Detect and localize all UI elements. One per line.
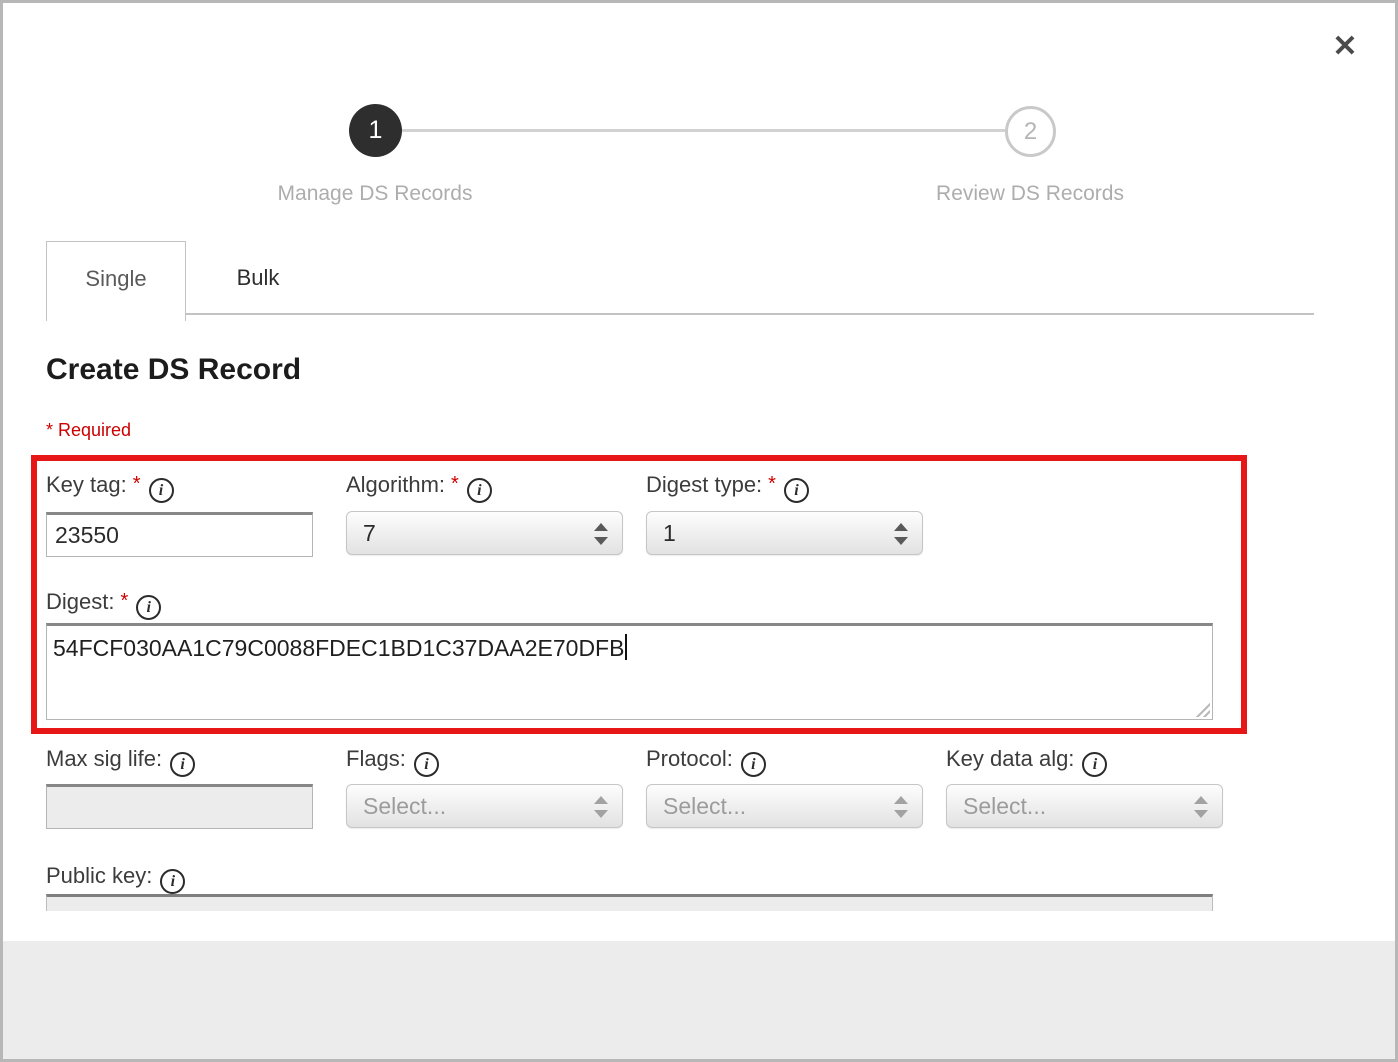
digest-type-label: Digest type: * i: [646, 472, 809, 503]
digest-info-icon[interactable]: i: [136, 595, 161, 620]
public-key-label: Public key: i: [46, 863, 185, 894]
public-key-info-icon[interactable]: i: [160, 869, 185, 894]
algorithm-required-asterisk: *: [451, 473, 459, 495]
public-key-textarea[interactable]: [46, 894, 1213, 911]
algorithm-select-value: 7: [363, 520, 376, 547]
digest-label-text: Digest:: [46, 589, 114, 614]
digest-label: Digest: * i: [46, 589, 161, 620]
flags-select-value: Select...: [363, 793, 446, 820]
step-1-circle: 1: [349, 104, 402, 157]
digest-value: 54FCF030AA1C79C0088FDEC1BD1C37DAA2E70DFB: [53, 635, 624, 661]
stepper-connector: [402, 129, 1005, 132]
protocol-select[interactable]: Select...: [646, 784, 923, 828]
digest-type-required-asterisk: *: [768, 473, 776, 495]
digest-textarea[interactable]: 54FCF030AA1C79C0088FDEC1BD1C37DAA2E70DFB: [46, 623, 1213, 720]
modal-footer: Cancel Back Next: [3, 941, 1395, 1059]
algorithm-label-text: Algorithm:: [346, 472, 445, 497]
max-sig-life-info-icon[interactable]: i: [170, 752, 195, 777]
key-data-alg-select[interactable]: Select...: [946, 784, 1223, 828]
protocol-info-icon[interactable]: i: [741, 752, 766, 777]
tab-bottom-border: [186, 313, 1314, 315]
step-1-label: Manage DS Records: [225, 182, 525, 206]
page-title: Create DS Record: [46, 353, 301, 387]
public-key-label-text: Public key:: [46, 863, 152, 888]
select-arrows-icon: [594, 521, 608, 547]
select-arrows-icon: [594, 794, 608, 820]
select-arrows-icon: [894, 794, 908, 820]
flags-label-text: Flags:: [346, 746, 406, 771]
tab-bulk[interactable]: Bulk: [187, 241, 329, 313]
required-note: * Required: [46, 420, 131, 441]
resize-handle-icon[interactable]: [1195, 702, 1210, 717]
protocol-label-text: Protocol:: [646, 746, 733, 771]
step-2-circle: 2: [1005, 106, 1056, 157]
key-tag-input[interactable]: [46, 512, 313, 557]
select-arrows-icon: [1194, 794, 1208, 820]
key-data-alg-info-icon[interactable]: i: [1082, 752, 1107, 777]
key-tag-required-asterisk: *: [133, 473, 141, 495]
digest-type-select[interactable]: 1: [646, 511, 923, 555]
digest-required-asterisk: *: [120, 590, 128, 612]
max-sig-life-label-text: Max sig life:: [46, 746, 162, 771]
algorithm-label: Algorithm: * i: [346, 472, 492, 503]
digest-type-info-icon[interactable]: i: [784, 478, 809, 503]
max-sig-life-label: Max sig life: i: [46, 746, 195, 777]
max-sig-life-input[interactable]: [46, 784, 313, 829]
algorithm-info-icon[interactable]: i: [467, 478, 492, 503]
key-tag-label-text: Key tag:: [46, 472, 127, 497]
close-icon[interactable]: ✕: [1327, 29, 1363, 65]
key-data-alg-label-text: Key data alg:: [946, 746, 1074, 771]
protocol-select-value: Select...: [663, 793, 746, 820]
digest-type-select-value: 1: [663, 520, 676, 547]
text-caret: [625, 634, 627, 660]
key-data-alg-label: Key data alg: i: [946, 746, 1107, 777]
create-ds-record-modal: ✕ 1 2 Manage DS Records Review DS Record…: [0, 0, 1398, 1062]
protocol-label: Protocol: i: [646, 746, 766, 777]
tab-single[interactable]: Single: [46, 241, 186, 321]
flags-label: Flags: i: [346, 746, 439, 777]
key-data-alg-select-value: Select...: [963, 793, 1046, 820]
key-tag-info-icon[interactable]: i: [149, 478, 174, 503]
step-2-label: Review DS Records: [880, 182, 1180, 206]
select-arrows-icon: [894, 521, 908, 547]
key-tag-label: Key tag: * i: [46, 472, 174, 503]
digest-type-label-text: Digest type:: [646, 472, 762, 497]
flags-info-icon[interactable]: i: [414, 752, 439, 777]
algorithm-select[interactable]: 7: [346, 511, 623, 555]
flags-select[interactable]: Select...: [346, 784, 623, 828]
